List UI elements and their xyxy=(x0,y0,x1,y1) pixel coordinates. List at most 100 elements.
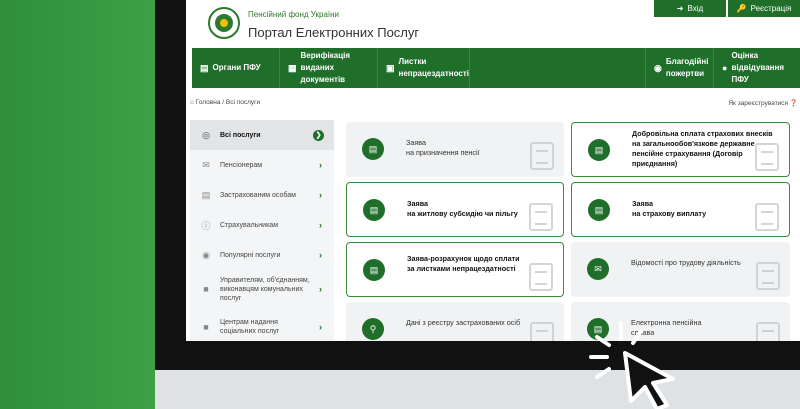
chevron-right-icon: › xyxy=(319,160,322,170)
green-background-panel xyxy=(0,0,160,409)
card-watermark-icon xyxy=(755,203,779,231)
how-to-register-link[interactable]: Як зареєструватися ❓ xyxy=(728,99,798,107)
chevron-right-icon: › xyxy=(319,220,322,230)
chevron-right-icon: › xyxy=(319,250,322,260)
card-title: Заява xyxy=(407,199,429,208)
service-card-sick-leave-payment[interactable]: ▤ Заява-розрахунок щодо сплати за листка… xyxy=(346,242,564,297)
breadcrumb-home[interactable]: Головна xyxy=(196,99,221,106)
card-title: Заява xyxy=(632,199,654,208)
card-title: Дані з реєстру застрахованих осіб xyxy=(406,318,521,327)
nav-label: Благодійні пожертви xyxy=(665,57,709,78)
card-watermark-icon xyxy=(529,263,553,291)
nav-label: Органи ПФУ xyxy=(212,63,261,72)
sidebar-item-insurers[interactable]: ⓘ Страхувальникам › xyxy=(190,210,334,240)
monitor-base xyxy=(155,370,800,409)
chevron-right-icon: › xyxy=(319,284,322,294)
sidebar-item-label: Управителям, об'єднанням, виконавцям ком… xyxy=(220,276,310,302)
sidebar-item-insured[interactable]: ▤ Застрахованим особам › xyxy=(190,180,334,210)
sidebar-item-label: Застрахованим особам xyxy=(220,191,296,199)
nav-item-sick-leave[interactable]: ▣ Листки непрацездатності xyxy=(378,48,470,88)
mouse-cursor-icon xyxy=(589,321,675,409)
service-card-voluntary-contributions[interactable]: ▤ Добровільна сплата страхових внесків н… xyxy=(571,122,790,177)
login-label: Вхід xyxy=(687,4,704,13)
card-subtitle: на призначення пенсії xyxy=(406,148,480,157)
login-button[interactable]: ➜ Вхід xyxy=(654,0,726,17)
card-text: Заява на страхову виплату xyxy=(632,199,706,219)
question-icon: ❓ xyxy=(789,100,798,107)
document-icon: ▤ xyxy=(201,189,211,200)
card-title: Заява xyxy=(406,138,426,147)
document-icon: ▤ xyxy=(363,259,385,281)
site-header: Пенсійний фонд України Портал Електронни… xyxy=(186,0,800,48)
chat-icon: ● xyxy=(722,63,728,73)
click-ray xyxy=(631,329,643,345)
card-watermark-icon xyxy=(530,142,554,170)
envelope-icon: ✉ xyxy=(587,258,609,280)
card-watermark-icon xyxy=(529,203,553,231)
portal-screen: Пенсійний фонд України Портал Електронни… xyxy=(186,0,800,341)
service-card-housing-subsidy[interactable]: ▤ Заява на житлову субсидію чи пільгу xyxy=(346,182,564,237)
sidebar: ◎ Всі послуги ❯ ✉ Пенсіонерам › ▤ Застра… xyxy=(190,120,334,341)
card-watermark-icon xyxy=(756,322,780,341)
search-icon: ⚲ xyxy=(362,318,384,340)
folder-icon: ■ xyxy=(203,322,209,332)
nav-label: Листки непрацездатності xyxy=(398,57,469,78)
map-icon: ▤ xyxy=(200,63,209,73)
card-title: Заява-розрахунок щодо сплати за листками… xyxy=(407,254,520,273)
nav-item-pfu-offices[interactable]: ▤ Органи ПФУ xyxy=(192,48,280,88)
chevron-right-icon: › xyxy=(319,322,322,332)
nav-label: Оцінка відвідування ПФУ xyxy=(731,51,785,84)
star-icon: ◉ xyxy=(202,249,210,260)
key-icon: 🔑 xyxy=(736,4,747,13)
envelope-icon: ✉ xyxy=(202,159,210,170)
card-subtitle: на страхову виплату xyxy=(632,209,707,218)
info-icon: ⓘ xyxy=(201,220,211,231)
nav-item-verification[interactable]: ▦ Верифікація виданих документів xyxy=(280,48,378,88)
login-icon: ➜ xyxy=(676,4,684,13)
donate-icon: ◉ xyxy=(654,63,662,73)
nav-item-donations[interactable]: ◉ Благодійні пожертви xyxy=(646,48,714,88)
sidebar-item-label: Всі послуги xyxy=(220,131,261,139)
all-services-icon: ◎ xyxy=(202,129,210,140)
card-watermark-icon xyxy=(756,262,780,290)
cursor-arrow xyxy=(623,351,675,409)
sidebar-item-all-services[interactable]: ◎ Всі послуги ❯ xyxy=(190,120,334,150)
card-subtitle: на житлову субсидію чи пільгу xyxy=(407,209,518,218)
document-icon: ▤ xyxy=(362,138,384,160)
chevron-right-icon: ❯ xyxy=(313,129,324,141)
chevron-right-icon: › xyxy=(319,190,322,200)
sidebar-item-label: Пенсіонерам xyxy=(220,161,263,169)
service-card-pension-application[interactable]: ▤ Заява на призначення пенсії xyxy=(346,122,564,177)
card-text: Заява на призначення пенсії xyxy=(406,138,480,158)
breadcrumb: ⌂ Головна / Всі послуги xyxy=(190,99,260,106)
sidebar-item-label: Популярні послуги xyxy=(220,251,281,259)
card-text: Заява на житлову субсидію чи пільгу xyxy=(407,199,518,219)
sidebar-item-popular[interactable]: ◉ Популярні послуги › xyxy=(190,240,334,270)
register-label: Реєстрація xyxy=(750,4,792,13)
breadcrumb-row: ⌂ Головна / Всі послуги Як зареєструвати… xyxy=(186,96,800,110)
nav-spacer xyxy=(470,48,646,88)
briefcase-icon: ▣ xyxy=(386,63,395,73)
click-ray xyxy=(595,367,611,379)
how-to-register-label: Як зареєструватися xyxy=(728,100,789,107)
main-nav: ▤ Органи ПФУ ▦ Верифікація виданих докум… xyxy=(192,48,800,88)
card-watermark-icon xyxy=(755,143,779,171)
register-button[interactable]: 🔑 Реєстрація xyxy=(728,0,800,17)
click-ray xyxy=(595,335,611,347)
nav-item-rating[interactable]: ● Оцінка відвідування ПФУ xyxy=(714,48,800,88)
pfu-logo[interactable] xyxy=(208,7,240,39)
document-icon: ▤ xyxy=(363,199,385,221)
sidebar-item-social-centers[interactable]: ■ Центрам надання соціальних послуг › xyxy=(190,308,334,341)
sidebar-item-managers[interactable]: ■ Управителям, об'єднанням, виконавцям к… xyxy=(190,270,334,308)
sidebar-item-pensioners[interactable]: ✉ Пенсіонерам › xyxy=(190,150,334,180)
card-title: Відомості про трудову діяльність xyxy=(631,258,741,267)
document-icon: ▤ xyxy=(588,199,610,221)
service-card-insurance-payment[interactable]: ▤ Заява на страхову виплату xyxy=(571,182,790,237)
breadcrumb-current: Всі послуги xyxy=(225,99,261,106)
service-card-employment-records[interactable]: ✉ Відомості про трудову діяльність xyxy=(571,242,790,297)
fund-name: Пенсійний фонд України xyxy=(248,10,340,19)
service-card-insured-registry[interactable]: ⚲ Дані з реєстру застрахованих осіб xyxy=(346,302,564,341)
document-icon: ▦ xyxy=(288,63,297,73)
portal-title: Портал Електронних Послуг xyxy=(248,25,420,40)
home-icon[interactable]: ⌂ xyxy=(190,99,194,106)
